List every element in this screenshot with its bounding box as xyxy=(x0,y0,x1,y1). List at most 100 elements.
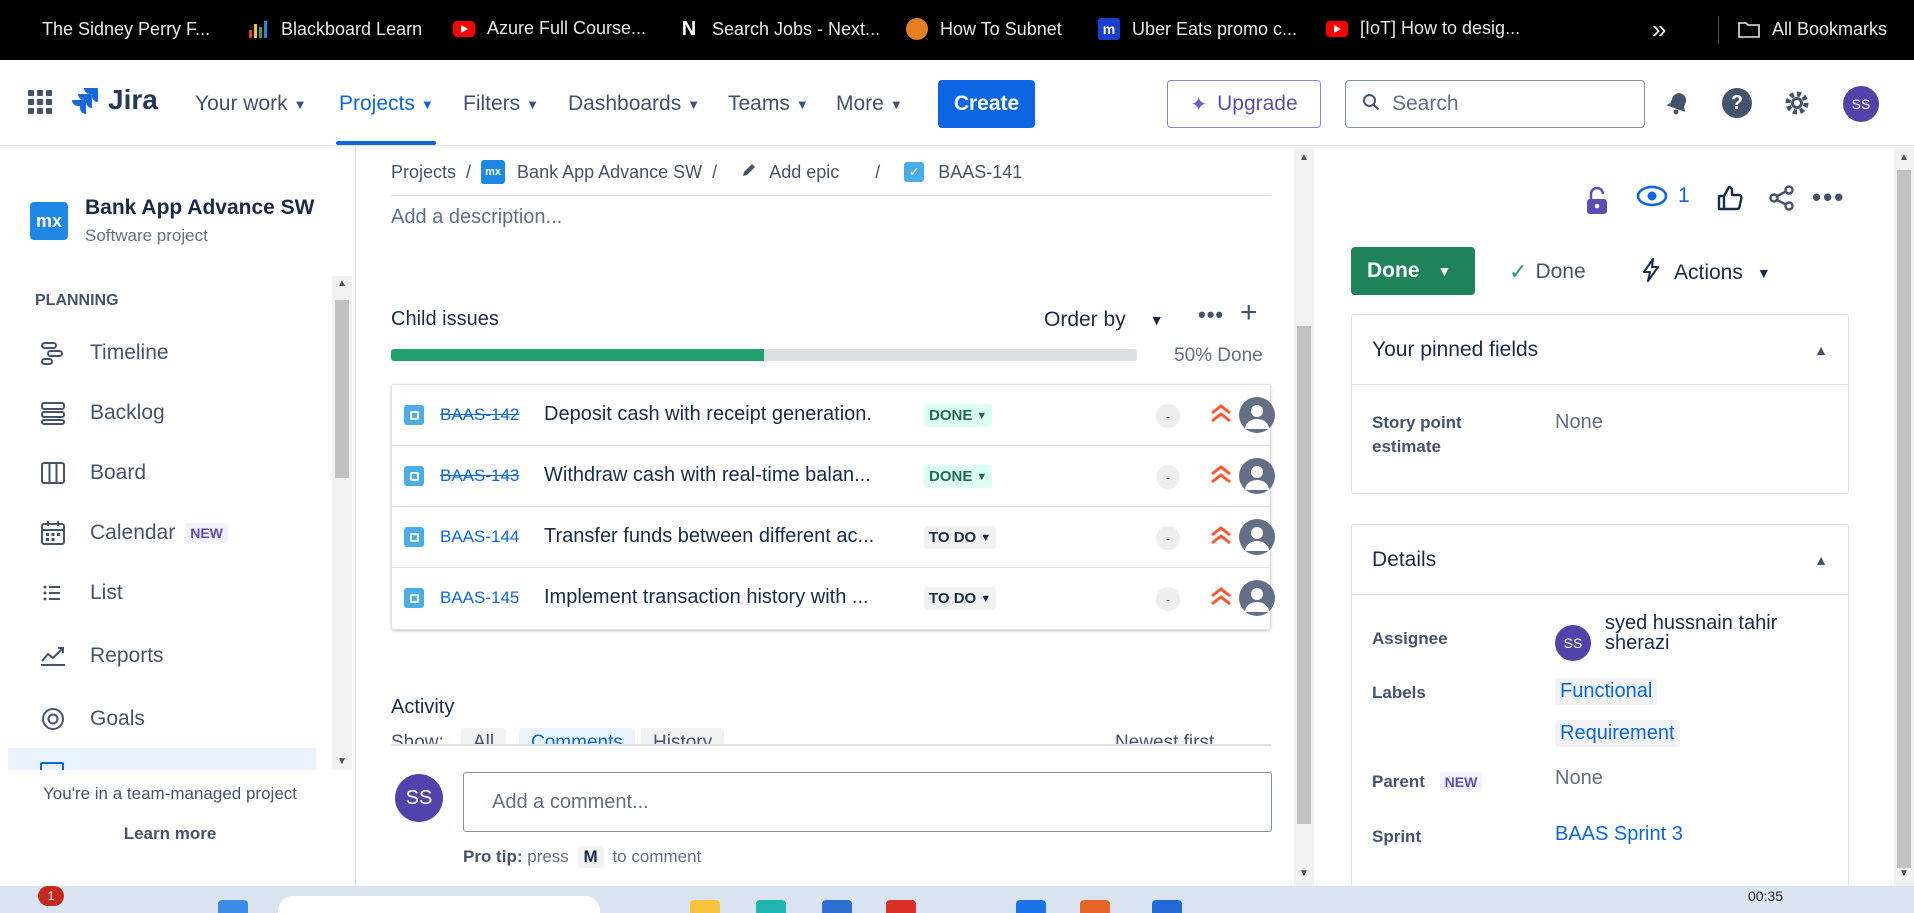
app-icon[interactable] xyxy=(1016,900,1046,913)
status-dropdown[interactable]: DONE ▼ xyxy=(924,404,993,427)
app-icon[interactable] xyxy=(886,900,916,913)
unassigned-avatar[interactable] xyxy=(1239,519,1275,555)
sidebar-item-list[interactable]: List xyxy=(38,578,123,608)
bookmark-item[interactable]: How To Subnet xyxy=(906,18,1062,40)
app-icon[interactable] xyxy=(1080,900,1110,913)
scroll-thumb[interactable] xyxy=(335,300,349,478)
comment-input[interactable]: Add a comment... xyxy=(463,772,1272,832)
sprint-value[interactable]: BAAS Sprint 3 xyxy=(1555,823,1683,846)
bookmarks-overflow-button[interactable]: » xyxy=(1652,14,1666,45)
scroll-down-icon[interactable]: ▼ xyxy=(337,756,347,767)
sidebar-item-goals[interactable]: Goals xyxy=(38,704,145,734)
issue-summary[interactable]: Withdraw cash with real-time balan... xyxy=(544,464,894,487)
notifications-icon[interactable] xyxy=(1661,86,1695,120)
nav-filters[interactable]: Filters ▼ xyxy=(463,92,539,116)
bookmark-item[interactable]: [IoT] How to desig... xyxy=(1326,18,1520,39)
issue-key-link[interactable]: BAAS-142 xyxy=(440,405,519,425)
table-row[interactable]: BAAS-142 Deposit cash with receipt gener… xyxy=(392,385,1275,446)
activity-filter-all[interactable]: All xyxy=(461,728,507,744)
details-header[interactable]: Details ▲ xyxy=(1352,525,1848,595)
scroll-down-icon[interactable]: ▼ xyxy=(1899,868,1909,879)
breadcrumb-issue-key[interactable]: BAAS-141 xyxy=(938,162,1022,183)
table-row[interactable]: BAAS-144 Transfer funds between differen… xyxy=(392,507,1275,568)
nav-projects[interactable]: Projects ▼ xyxy=(339,92,434,116)
sidebar-item-board[interactable]: Board xyxy=(38,458,146,488)
sidebar-scrollbar[interactable]: ▲ ▼ xyxy=(332,276,352,770)
estimate-badge[interactable]: - xyxy=(1156,404,1180,428)
sidebar-item-timeline[interactable]: Timeline xyxy=(38,338,169,368)
nav-teams[interactable]: Teams ▼ xyxy=(728,92,809,116)
sort-order-button[interactable]: Newest first xyxy=(1115,732,1214,744)
more-options-icon[interactable]: ••• xyxy=(1198,302,1224,328)
chevron-up-icon[interactable]: ▲ xyxy=(1814,342,1828,358)
issue-key-link[interactable]: BAAS-143 xyxy=(440,466,519,486)
settings-gear-icon[interactable] xyxy=(1780,86,1814,120)
bookmark-item[interactable]: N Search Jobs - Next... xyxy=(678,18,880,40)
breadcrumb-project[interactable]: Bank App Advance SW xyxy=(517,162,702,183)
start-icon[interactable] xyxy=(218,900,248,913)
add-epic-button[interactable]: Add epic xyxy=(769,162,839,183)
estimate-badge[interactable]: - xyxy=(1156,526,1180,550)
bookmark-item[interactable]: m Uber Eats promo c... xyxy=(1098,18,1297,40)
bookmark-item[interactable]: Blackboard Learn xyxy=(247,18,422,40)
unassigned-avatar[interactable] xyxy=(1239,397,1275,433)
taskbar-search[interactable] xyxy=(278,896,600,913)
unassigned-avatar[interactable] xyxy=(1239,580,1275,616)
issue-summary[interactable]: Transfer funds between different ac... xyxy=(544,525,894,548)
story-point-value[interactable]: None xyxy=(1555,411,1603,434)
status-dropdown[interactable]: DONE ▼ xyxy=(924,465,993,488)
estimate-badge[interactable]: - xyxy=(1156,587,1180,611)
scroll-thumb[interactable] xyxy=(1897,170,1911,868)
search-input[interactable]: Search xyxy=(1345,80,1645,128)
details-scrollbar[interactable]: ▲ ▼ xyxy=(1894,146,1914,886)
share-icon[interactable] xyxy=(1768,184,1796,217)
scroll-up-icon[interactable]: ▲ xyxy=(1899,152,1909,163)
edge-icon[interactable] xyxy=(756,900,786,913)
assignee-value[interactable]: syed hussnain tahir sherazi xyxy=(1605,613,1835,653)
store-icon[interactable] xyxy=(822,900,852,913)
app-icon[interactable] xyxy=(1152,900,1182,913)
breadcrumb-projects[interactable]: Projects xyxy=(391,162,456,183)
parent-value[interactable]: None xyxy=(1555,767,1603,790)
issue-key-link[interactable]: BAAS-145 xyxy=(440,588,519,608)
activity-filter-comments[interactable]: Comments xyxy=(519,728,635,744)
scroll-up-icon[interactable]: ▲ xyxy=(1299,152,1309,163)
watchers-button[interactable]: 1 xyxy=(1636,184,1690,208)
sidebar-item-calendar[interactable]: Calendar NEW xyxy=(38,518,228,548)
description-field[interactable]: Add a description... xyxy=(391,206,562,229)
unlock-icon[interactable] xyxy=(1584,186,1610,221)
chevron-up-icon[interactable]: ▲ xyxy=(1814,552,1828,568)
issue-key-link[interactable]: BAAS-144 xyxy=(440,527,519,547)
estimate-badge[interactable]: - xyxy=(1156,465,1180,489)
help-icon[interactable]: ? xyxy=(1722,88,1752,118)
thumbs-up-icon[interactable] xyxy=(1716,184,1744,217)
main-scrollbar[interactable]: ▲ ▼ xyxy=(1294,146,1314,886)
label-chip[interactable]: Requirement xyxy=(1555,720,1680,747)
scroll-up-icon[interactable]: ▲ xyxy=(337,278,347,289)
learn-more-link[interactable]: Learn more xyxy=(0,824,340,844)
jira-logo[interactable]: Jira xyxy=(70,84,158,116)
sidebar-item-backlog[interactable]: Backlog xyxy=(38,398,165,428)
app-switcher-icon[interactable] xyxy=(28,90,52,114)
sidebar-item-reports[interactable]: Reports xyxy=(38,641,164,671)
unassigned-avatar[interactable] xyxy=(1239,458,1275,494)
sidebar-item-selected[interactable] xyxy=(8,748,316,770)
scroll-thumb[interactable] xyxy=(1297,326,1311,824)
all-bookmarks-button[interactable]: All Bookmarks xyxy=(1738,18,1887,40)
status-dropdown[interactable]: TO DO ▼ xyxy=(924,587,997,610)
nav-more[interactable]: More ▼ xyxy=(836,92,903,116)
table-row[interactable]: BAAS-145 Implement transaction history w… xyxy=(392,568,1275,629)
scroll-down-icon[interactable]: ▼ xyxy=(1299,868,1309,879)
actions-button[interactable]: Actions ▼ xyxy=(1642,258,1771,288)
status-transition-button[interactable]: Done ▼ xyxy=(1351,247,1475,295)
bookmark-item[interactable]: Azure Full Course... xyxy=(453,18,646,39)
issue-summary[interactable]: Implement transaction history with ... xyxy=(544,586,894,609)
nav-dashboards[interactable]: Dashboards ▼ xyxy=(568,92,700,116)
project-name[interactable]: Bank App Advance SW xyxy=(85,196,314,220)
bookmark-item[interactable]: The Sidney Perry F... xyxy=(20,18,210,40)
status-dropdown[interactable]: TO DO ▼ xyxy=(924,526,997,549)
pinned-fields-header[interactable]: Your pinned fields ▲ xyxy=(1352,315,1848,385)
add-child-issue-icon[interactable]: + xyxy=(1240,296,1258,330)
nav-your-work[interactable]: Your work ▼ xyxy=(195,92,306,116)
order-by-dropdown[interactable]: Order by ▼ xyxy=(1044,308,1164,332)
